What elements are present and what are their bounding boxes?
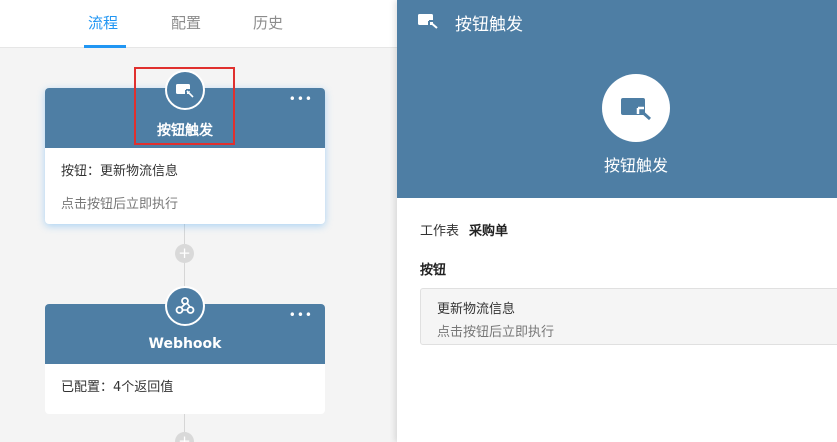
node-more-icon[interactable]: ••• <box>289 92 313 106</box>
panel-trigger-name: 按钮触发 <box>603 156 668 175</box>
button-name: 更新物流信息 <box>437 302 516 317</box>
node-trigger-desc: 点击按钮后立即执行 <box>61 197 179 212</box>
node-header: ••• 按钮触发 <box>45 70 325 148</box>
button-description: 点击按钮后立即执行 <box>437 325 555 340</box>
node-body: 已配置：4个返回值 <box>45 364 325 407</box>
webhook-icon <box>165 286 205 326</box>
add-step-button[interactable]: + <box>175 432 194 442</box>
flow-canvas: 流程 配置 历史 + + ••• 按钮触发 按钮：更新物流信息 点击按钮后立即执… <box>0 0 397 442</box>
flow-node-webhook[interactable]: ••• Webhook 已配置：4个返回值 <box>45 286 325 414</box>
worksheet-label: 工作表 <box>420 224 460 239</box>
button-info-card[interactable]: 更新物流信息 点击按钮后立即执行 <box>420 288 837 345</box>
node-config-summary: 已配置：4个返回值 <box>61 380 174 395</box>
worksheet-row: 工作表 采购单 <box>420 220 508 239</box>
node-button-summary: 按钮：更新物流信息 <box>61 164 179 179</box>
worksheet-value: 采购单 <box>469 224 509 239</box>
button-trigger-icon <box>165 70 205 110</box>
tab-history[interactable]: 历史 <box>253 12 283 33</box>
add-step-button[interactable]: + <box>175 244 194 263</box>
active-tab-indicator <box>84 45 126 48</box>
node-title: Webhook <box>148 336 222 352</box>
button-trigger-icon <box>417 12 439 34</box>
button-trigger-icon <box>602 74 670 142</box>
node-more-icon[interactable]: ••• <box>289 308 313 322</box>
tab-flow[interactable]: 流程 <box>88 12 118 33</box>
node-header: ••• Webhook <box>45 286 325 364</box>
panel-header: 按钮触发 按钮触发 <box>397 0 837 198</box>
tab-bar: 流程 配置 历史 <box>0 0 397 48</box>
flow-node-button-trigger[interactable]: ••• 按钮触发 按钮：更新物流信息 点击按钮后立即执行 <box>45 70 325 224</box>
node-detail-panel: 按钮触发 按钮触发 工作表 采购单 按钮 更新物流信息 点击按钮后立即执行 <box>397 0 837 442</box>
node-body: 按钮：更新物流信息 点击按钮后立即执行 <box>45 148 325 224</box>
node-title: 按钮触发 <box>157 123 213 139</box>
tab-config[interactable]: 配置 <box>171 12 201 33</box>
panel-title: 按钮触发 <box>455 15 523 35</box>
button-section-label: 按钮 <box>420 263 447 278</box>
